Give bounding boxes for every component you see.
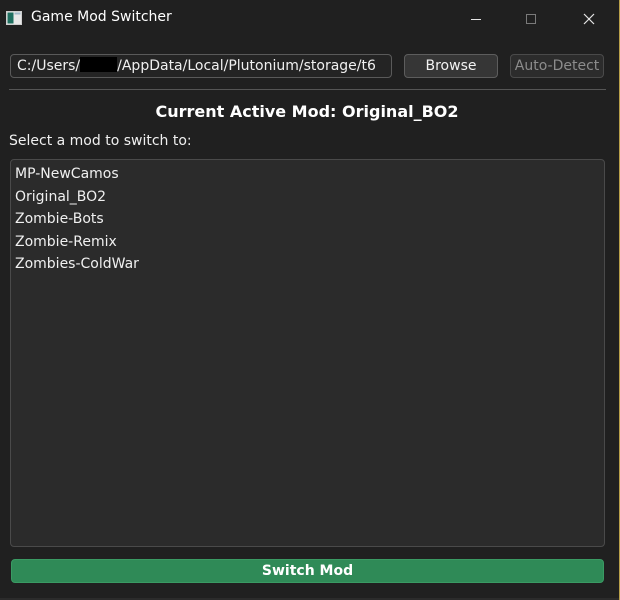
- auto-detect-button[interactable]: Auto-Detect: [510, 54, 604, 78]
- title-bar[interactable]: Game Mod Switcher: [0, 0, 620, 37]
- storage-path-input[interactable]: C:/Users/ /AppData/Local/Plutonium/storag…: [10, 54, 392, 78]
- maximize-icon: [526, 13, 536, 24]
- app-window: Game Mod Switcher C:/Users/ /AppData/Loca…: [0, 0, 620, 600]
- maximize-button[interactable]: [505, 0, 557, 37]
- path-prefix: C:/Users/: [17, 58, 81, 74]
- list-item[interactable]: Zombies-ColdWar: [15, 253, 604, 276]
- minimize-icon: [471, 18, 481, 20]
- list-item[interactable]: Zombie-Remix: [15, 231, 604, 254]
- list-item[interactable]: Zombie-Bots: [15, 208, 604, 231]
- close-button[interactable]: [563, 0, 615, 37]
- current-active-mod-label: Current Active Mod: Original_BO2: [155, 102, 459, 121]
- divider: [9, 89, 606, 90]
- list-item[interactable]: MP-NewCamos: [15, 163, 604, 186]
- window-title: Game Mod Switcher: [31, 9, 172, 25]
- close-icon: [583, 13, 595, 24]
- redacted-username: [80, 57, 118, 72]
- app-icon: [6, 11, 22, 25]
- path-suffix: /AppData/Local/Plutonium/storage/t6: [117, 58, 376, 74]
- browse-button[interactable]: Browse: [404, 54, 498, 78]
- minimize-button[interactable]: [450, 0, 502, 37]
- mod-list[interactable]: MP-NewCamos Original_BO2 Zombie-Bots Zom…: [10, 159, 605, 547]
- switch-mod-button[interactable]: Switch Mod: [11, 559, 604, 583]
- mod-select-prompt: Select a mod to switch to:: [9, 133, 192, 149]
- list-item[interactable]: Original_BO2: [15, 186, 604, 209]
